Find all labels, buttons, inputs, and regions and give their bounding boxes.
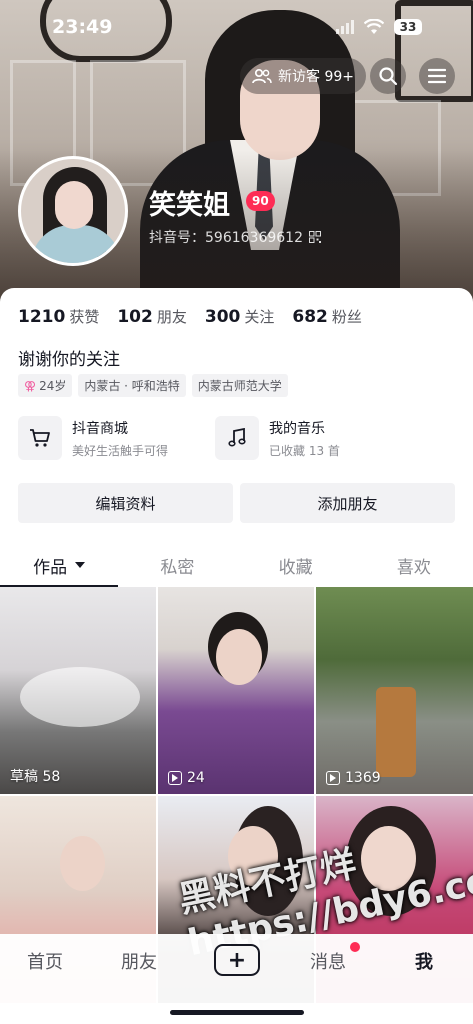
nav-messages[interactable]: 消息 [310, 948, 346, 974]
profile-card: 1210 获赞 102 朋友 300 关注 682 粉丝 谢谢你的关注 ⚢ 24岁 内蒙… [0, 288, 473, 1024]
stat-followers-count: 682 [292, 307, 328, 327]
stat-likes-count: 1210 [18, 307, 66, 327]
music-note-icon [215, 416, 259, 460]
stats-row: 1210 获赞 102 朋友 300 关注 682 粉丝 [18, 306, 362, 327]
stat-following-label: 关注 [244, 308, 275, 326]
battery-icon: 33 [394, 19, 422, 35]
stat-likes[interactable]: 1210 获赞 [18, 306, 99, 327]
play-icon [326, 771, 340, 785]
age-tag: ⚢ 24岁 [18, 374, 73, 397]
video-label: 草稿 58 [10, 766, 60, 786]
location-tag: 内蒙古 · 呼和浩特 [78, 374, 186, 397]
music-title: 我的音乐 [269, 420, 325, 437]
profile-tags: ⚢ 24岁 内蒙古 · 呼和浩特 内蒙古师范大学 [18, 374, 288, 397]
create-plus-button[interactable]: + [214, 944, 260, 976]
qr-code-icon [308, 231, 321, 243]
music-entry[interactable]: 我的音乐 已收藏 13 首 [215, 416, 340, 460]
visitors-icon [252, 68, 272, 84]
nav-home[interactable]: 首页 [27, 948, 63, 974]
nav-friends[interactable]: 朋友 [121, 948, 157, 974]
message-badge [350, 942, 360, 952]
stat-following-count: 300 [204, 307, 241, 327]
add-friend-button[interactable]: 添加朋友 [240, 483, 455, 523]
profile-name: 笑笑姐 [149, 190, 230, 221]
video-thumbnail[interactable]: 1369 [316, 587, 473, 794]
douyin-id-text: 抖音号：59616369612 [149, 230, 303, 246]
menu-button[interactable] [419, 58, 455, 94]
tab-works-label: 作品 [33, 557, 68, 578]
edit-profile-button[interactable]: 编辑资料 [18, 483, 233, 523]
age-text: 24岁 [39, 379, 67, 393]
search-button[interactable] [370, 58, 406, 94]
new-visitors-label: 新访客 99+ [278, 69, 354, 85]
profile-tabs: 作品 私密 收藏 喜欢 [0, 543, 473, 587]
stat-followers-label: 粉丝 [331, 308, 362, 326]
hamburger-menu-icon [428, 68, 446, 84]
status-time: 23:49 [52, 16, 113, 38]
video-thumbnail[interactable]: 草稿 58 [0, 587, 156, 794]
stat-likes-label: 获赞 [69, 308, 100, 326]
nav-me[interactable]: 我 [415, 948, 433, 974]
new-visitors-button[interactable]: 新访客 99+ [240, 58, 366, 94]
tab-favorites[interactable]: 收藏 [237, 543, 355, 587]
gender-icon: ⚢ [24, 378, 37, 393]
play-count: 1369 [345, 770, 381, 786]
search-icon [379, 67, 398, 86]
wifi-icon [364, 19, 384, 34]
school-tag: 内蒙古师范大学 [191, 374, 288, 397]
stat-followers[interactable]: 682 粉丝 [292, 306, 362, 327]
tab-works[interactable]: 作品 [0, 543, 119, 587]
shop-entry[interactable]: 抖音商城 美好生活触手可得 [18, 416, 168, 460]
tab-likes[interactable]: 喜欢 [355, 543, 473, 587]
cart-icon [18, 416, 62, 460]
shop-subtitle: 美好生活触手可得 [72, 443, 169, 458]
video-label: 1369 [326, 770, 381, 786]
tab-private[interactable]: 私密 [118, 543, 236, 587]
plus-icon: + [227, 947, 247, 973]
chevron-down-icon [75, 562, 86, 568]
stat-following[interactable]: 300 关注 [205, 306, 275, 327]
video-label: 24 [168, 770, 205, 786]
play-count: 24 [187, 770, 205, 786]
play-icon [168, 771, 182, 785]
level-badge[interactable]: 90 [246, 191, 275, 211]
douyin-id[interactable]: 抖音号：59616369612 [149, 227, 321, 247]
shop-title: 抖音商城 [72, 420, 128, 437]
stat-friends[interactable]: 102 朋友 [117, 306, 187, 327]
home-indicator [170, 1010, 304, 1015]
status-icons: 33 [336, 16, 422, 38]
stat-friends-count: 102 [117, 307, 153, 327]
draft-count: 草稿 58 [10, 769, 61, 785]
video-thumbnail[interactable]: 24 [158, 587, 314, 794]
music-subtitle: 已收藏 13 首 [269, 443, 340, 458]
cellular-signal-icon [336, 20, 354, 34]
profile-bio: 谢谢你的关注 [18, 350, 120, 370]
stat-friends-label: 朋友 [156, 308, 187, 326]
avatar[interactable] [18, 156, 128, 266]
